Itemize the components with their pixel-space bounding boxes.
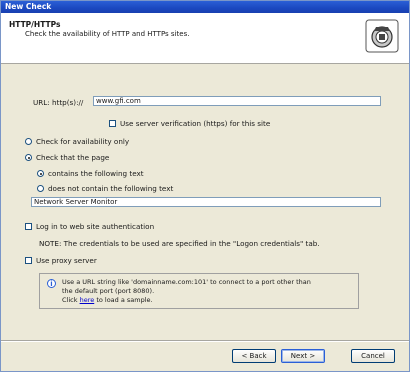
window-title: New Check xyxy=(1,1,409,13)
check-availability-label: Check for availability only xyxy=(36,137,130,146)
check-page-radio[interactable] xyxy=(25,154,32,161)
not-contains-radio[interactable] xyxy=(37,185,44,192)
new-check-dialog: New Check HTTP/HTTPs Check the availabil… xyxy=(0,0,410,372)
info-line-2: the default port (port 8080). xyxy=(62,287,155,295)
url-label: URL: http(s):// xyxy=(33,98,84,107)
sample-link[interactable]: here xyxy=(80,296,95,304)
server-verification-option[interactable]: Use server verification (https) for this… xyxy=(109,119,270,128)
info-line-1: Use a URL string like 'domainname.com:10… xyxy=(62,278,311,286)
check-availability-radio[interactable] xyxy=(25,138,32,145)
info-icon: i xyxy=(47,279,56,288)
not-contains-label: does not contain the following text xyxy=(48,184,174,193)
use-proxy-checkbox[interactable] xyxy=(25,257,32,264)
footer-separator-highlight xyxy=(1,341,409,342)
check-page-label: Check that the page xyxy=(36,153,110,162)
url-input[interactable]: www.gfi.com xyxy=(93,96,381,106)
use-proxy-label: Use proxy server xyxy=(36,256,97,265)
search-text-input[interactable]: Network Server Monitor xyxy=(31,197,381,207)
info-box: i Use a URL string like 'domainname.com:… xyxy=(39,273,359,309)
dialog-header: HTTP/HTTPs Check the availability of HTT… xyxy=(1,13,409,64)
info-line-3: Click here to load a sample. xyxy=(62,296,153,304)
back-button[interactable]: < Back xyxy=(232,349,276,363)
credentials-note: NOTE: The credentials to be used are spe… xyxy=(39,239,320,248)
contains-label: contains the following text xyxy=(48,169,144,178)
header-subtitle: Check the availability of HTTP and HTTPs… xyxy=(25,30,190,38)
login-auth-label: Log in to web site authentication xyxy=(36,222,155,231)
server-verification-label: Use server verification (https) for this… xyxy=(120,119,271,128)
login-auth-checkbox[interactable] xyxy=(25,223,32,230)
login-auth-option[interactable]: Log in to web site authentication xyxy=(25,222,154,231)
use-proxy-option[interactable]: Use proxy server xyxy=(25,256,97,265)
check-page-option[interactable]: Check that the page xyxy=(25,153,109,162)
cancel-button[interactable]: Cancel xyxy=(351,349,395,363)
info-line-3-suffix: to load a sample. xyxy=(96,296,153,304)
contains-radio[interactable] xyxy=(37,170,44,177)
server-verification-checkbox[interactable] xyxy=(109,120,116,127)
contains-option[interactable]: contains the following text xyxy=(37,169,144,178)
info-line-3-prefix: Click xyxy=(62,296,78,304)
check-availability-option[interactable]: Check for availability only xyxy=(25,137,129,146)
network-check-icon xyxy=(365,19,399,53)
header-title: HTTP/HTTPs xyxy=(9,20,61,29)
not-contains-option[interactable]: does not contain the following text xyxy=(37,184,173,193)
next-button[interactable]: Next > xyxy=(281,349,325,363)
